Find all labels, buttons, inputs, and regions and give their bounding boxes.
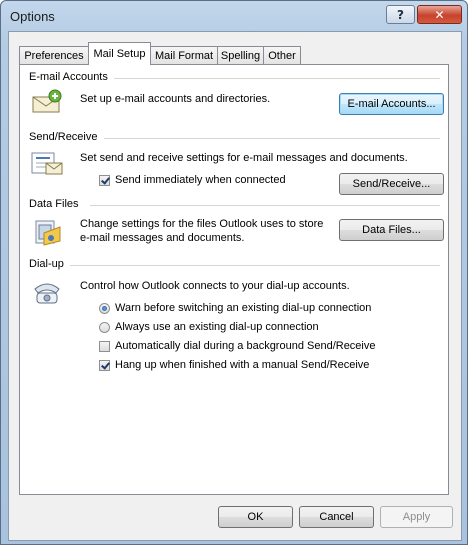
dialup-header: Dial-up	[29, 258, 64, 270]
hang-up-label: Hang up when finished with a manual Send…	[115, 359, 370, 371]
dialup-option-auto-dial[interactable]: Automatically dial during a background S…	[99, 340, 376, 352]
telephone-icon	[34, 283, 60, 304]
mail-setup-panel: E-mail Accounts Set up e-mail accounts a…	[19, 64, 449, 495]
send-immediately-option[interactable]: Send immediately when connected	[99, 174, 286, 186]
data-files-description-line2: e-mail messages and documents.	[80, 232, 245, 244]
dialup-option-hang-up[interactable]: Hang up when finished with a manual Send…	[99, 359, 369, 371]
send-receive-icon	[31, 152, 63, 175]
close-icon: ✕	[434, 7, 445, 22]
email-accounts-description: Set up e-mail accounts and directories.	[80, 93, 271, 105]
tab-mail-format[interactable]: Mail Format	[150, 46, 218, 64]
dialup-description: Control how Outlook connects to your dia…	[80, 280, 350, 292]
send-immediately-checkbox[interactable]	[99, 174, 110, 186]
close-button[interactable]: ✕	[417, 5, 462, 24]
send-immediately-label: Send immediately when connected	[115, 174, 286, 186]
send-receive-description: Set send and receive settings for e-mail…	[80, 152, 408, 164]
always-use-existing-radio[interactable]	[99, 321, 110, 333]
apply-button[interactable]: Apply	[380, 506, 453, 528]
hang-up-checkbox[interactable]	[99, 359, 110, 371]
ok-button[interactable]: OK	[218, 506, 293, 528]
options-dialog: Options ? ✕ Preferences Mail Setup Mail …	[0, 0, 468, 545]
send-receive-button[interactable]: Send/Receive...	[339, 173, 444, 195]
data-files-icon	[35, 220, 61, 246]
email-accounts-header: E-mail Accounts	[29, 71, 108, 83]
warn-before-switching-label: Warn before switching an existing dial-u…	[115, 302, 372, 314]
data-files-description-line1: Change settings for the files Outlook us…	[80, 218, 324, 230]
dialup-option-always[interactable]: Always use an existing dial-up connectio…	[99, 321, 319, 333]
data-files-header: Data Files	[29, 198, 79, 210]
tab-mail-setup[interactable]: Mail Setup	[88, 42, 151, 65]
auto-dial-checkbox[interactable]	[99, 340, 110, 352]
cancel-button[interactable]: Cancel	[299, 506, 374, 528]
email-accounts-button[interactable]: E-mail Accounts...	[339, 93, 444, 115]
tab-preferences[interactable]: Preferences	[19, 46, 89, 64]
auto-dial-label: Automatically dial during a background S…	[115, 340, 376, 352]
mail-accounts-icon	[32, 89, 62, 113]
warn-before-switching-radio[interactable]	[99, 302, 110, 314]
data-files-button[interactable]: Data Files...	[339, 219, 444, 241]
window-title: Options	[10, 9, 55, 24]
title-bar[interactable]: Options ? ✕	[1, 1, 467, 31]
help-button[interactable]: ?	[386, 5, 415, 24]
send-receive-header: Send/Receive	[29, 131, 98, 143]
dialog-client-area: Preferences Mail Setup Mail Format Spell…	[8, 31, 462, 541]
tab-other[interactable]: Other	[263, 46, 301, 64]
section-divider	[70, 265, 440, 266]
section-divider	[104, 138, 440, 139]
dialup-option-warn[interactable]: Warn before switching an existing dial-u…	[99, 302, 371, 314]
help-icon: ?	[397, 7, 404, 22]
tab-spelling[interactable]: Spelling	[217, 46, 264, 64]
always-use-existing-label: Always use an existing dial-up connectio…	[115, 321, 319, 333]
section-divider	[114, 78, 440, 79]
section-divider	[90, 205, 440, 206]
